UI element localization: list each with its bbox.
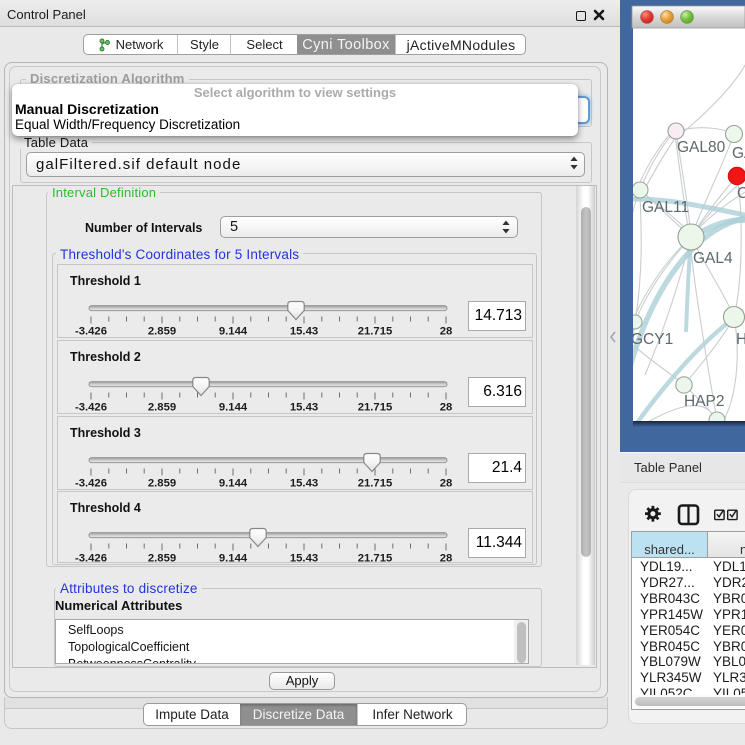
svg-text:21.715: 21.715: [358, 402, 393, 414]
svg-text:21.715: 21.715: [358, 478, 393, 490]
svg-text:28: 28: [440, 402, 453, 414]
svg-text:28: 28: [440, 553, 453, 565]
svg-text:28: 28: [440, 478, 453, 490]
svg-text:9.144: 9.144: [219, 402, 248, 414]
svg-text:HAP2: HAP2: [684, 393, 725, 410]
svg-text:2.859: 2.859: [148, 478, 176, 490]
svg-text:GA: GA: [732, 145, 745, 162]
svg-text:9.144: 9.144: [219, 326, 248, 338]
svg-text:2.859: 2.859: [148, 326, 176, 338]
svg-text:CY: CY: [737, 185, 745, 202]
svg-text:15.43: 15.43: [290, 326, 318, 338]
svg-text:2.859: 2.859: [148, 402, 176, 414]
svg-text:9.144: 9.144: [219, 553, 248, 565]
svg-text:28: 28: [440, 326, 453, 338]
svg-text:2.859: 2.859: [148, 553, 176, 565]
svg-text:GAL4: GAL4: [693, 250, 733, 267]
svg-text:15.43: 15.43: [290, 478, 318, 490]
svg-text:15.43: 15.43: [290, 553, 318, 565]
svg-text:GAL11: GAL11: [642, 199, 689, 216]
svg-text:21.715: 21.715: [358, 553, 393, 565]
svg-text:-3.426: -3.426: [75, 478, 107, 490]
svg-text:15.43: 15.43: [290, 402, 318, 414]
svg-text:-3.426: -3.426: [75, 326, 107, 338]
svg-text:-3.426: -3.426: [75, 402, 107, 414]
svg-text:HA: HA: [736, 331, 745, 348]
svg-text:21.715: 21.715: [358, 326, 393, 338]
svg-text:GAL80: GAL80: [677, 139, 726, 156]
svg-text:-3.426: -3.426: [75, 553, 107, 565]
svg-text:9.144: 9.144: [219, 478, 248, 490]
svg-text:GCY1: GCY1: [631, 331, 673, 348]
